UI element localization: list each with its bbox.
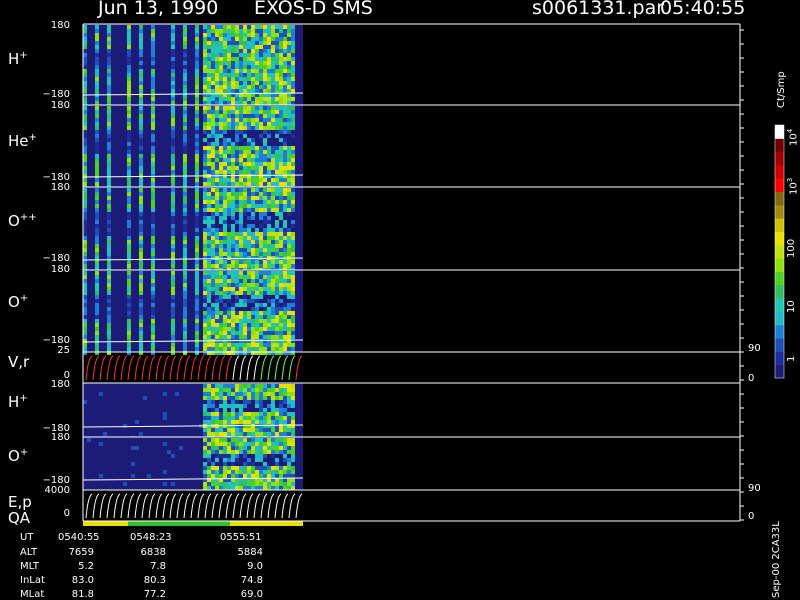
footer-c1-ut: 0548:23 <box>130 532 172 543</box>
colorbar-swatch <box>775 284 784 299</box>
line-plot-vr <box>85 355 303 381</box>
tick-top-o-plusplus: 180 <box>50 182 70 193</box>
footer-c2-mlt: 9.0 <box>247 561 263 572</box>
colorbar-tick-1e4: 104 <box>786 128 800 146</box>
tick-top-vr: 25 <box>57 345 70 356</box>
tick-top-ep: 4000 <box>44 485 70 496</box>
colorbar-swatch <box>775 164 784 179</box>
spectrogram-figure: Jun 13, 1990 EXOS-D SMS s0061331.par 05:… <box>0 0 800 600</box>
right-tick-bottom-ep: 0 <box>748 511 755 522</box>
footer-c1-alt: 6838 <box>140 547 166 558</box>
colorbar-swatch <box>775 218 784 233</box>
footer-c2-alt: 5884 <box>237 547 263 558</box>
panel-label-o-plus: O+ <box>8 293 29 311</box>
qa-segment-3 <box>230 521 303 526</box>
colorbar-swatch <box>775 258 784 272</box>
colorbar-swatch <box>775 178 784 193</box>
qa-label: QA <box>8 509 31 527</box>
panel-label-o-plusplus: O++ <box>8 212 37 230</box>
footer-c1-mlt: 7.8 <box>150 561 166 572</box>
tick-top-o-plus: 180 <box>50 264 70 275</box>
right-tick-top-vr: 90 <box>748 343 761 354</box>
tick-top-h-plus-2: 180 <box>50 379 70 390</box>
colorbar-tick-1e3: 103 <box>786 177 800 195</box>
colorbar-swatch <box>775 324 784 339</box>
tick-bottom-h-plus: −180 <box>42 89 70 100</box>
colorbar-swatch <box>775 204 784 219</box>
footer-label-mlt: MLT <box>20 561 39 572</box>
colorbar-swatch <box>775 231 784 246</box>
footer-label-inlat: InLat <box>20 575 45 586</box>
footer-c1-inlat: 80.3 <box>143 575 166 586</box>
footer-c2-mlat: 69.0 <box>240 589 263 600</box>
footer-c0-ut: 0540:55 <box>58 532 100 543</box>
plot-area <box>82 23 785 526</box>
colorbar-tick-100: 100 <box>786 238 797 258</box>
line-plot-ep <box>85 493 303 519</box>
side-text: Sep-00 2CA33L <box>771 521 782 598</box>
panel-label-vr: V,r <box>8 353 30 371</box>
colorbar-tick-1: 1 <box>786 355 797 362</box>
footer-c0-alt: 7659 <box>68 547 94 558</box>
tick-top-o-plus-2: 180 <box>50 432 70 443</box>
qa-segment-1 <box>83 521 128 526</box>
colorbar-swatch <box>775 244 784 259</box>
footer-c0-mlat: 81.8 <box>71 589 94 600</box>
colorbar-swatch <box>775 271 784 286</box>
right-tick-top-ep: 90 <box>748 483 761 494</box>
footer-c2-inlat: 74.8 <box>240 575 263 586</box>
tick-top-he-plus: 180 <box>50 100 70 111</box>
colorbar-swatch <box>775 364 784 379</box>
colorbar-swatch <box>775 298 784 312</box>
tick-top-h-plus: 180 <box>50 20 70 31</box>
colorbar-tick-10: 10 <box>786 300 797 313</box>
colorbar-label: Ct/Smp <box>776 71 787 108</box>
footer-c0-inlat: 83.0 <box>71 575 94 586</box>
colorbar-swatch <box>775 191 784 206</box>
qa-segment-2 <box>128 521 230 526</box>
panel-label-o-plus-2: O+ <box>8 447 29 465</box>
colorbar-swatch <box>775 125 784 139</box>
footer-label-ut: UT <box>20 532 34 543</box>
footer-c0-mlt: 5.2 <box>78 561 94 572</box>
right-tick-bottom-vr: 0 <box>748 373 755 384</box>
colorbar-swatch <box>775 138 784 153</box>
panel-label-h-plus-2: H+ <box>8 393 28 411</box>
colorbar-swatch <box>775 311 784 326</box>
tick-bottom-ep: 0 <box>63 508 70 519</box>
footer-c1-mlat: 77.2 <box>143 589 166 600</box>
footer-c2-ut: 0555:51 <box>220 532 262 543</box>
tick-bottom-o-plusplus: −180 <box>42 253 70 264</box>
colorbar-swatch <box>775 151 784 166</box>
colorbar-swatch <box>775 338 784 352</box>
footer-label-alt: ALT <box>20 547 38 558</box>
panel-label-h-plus: H+ <box>8 50 28 68</box>
footer-label-mlat: MLat <box>20 589 45 600</box>
panel-label-he-plus: He+ <box>8 132 37 150</box>
colorbar-swatch <box>775 351 784 366</box>
